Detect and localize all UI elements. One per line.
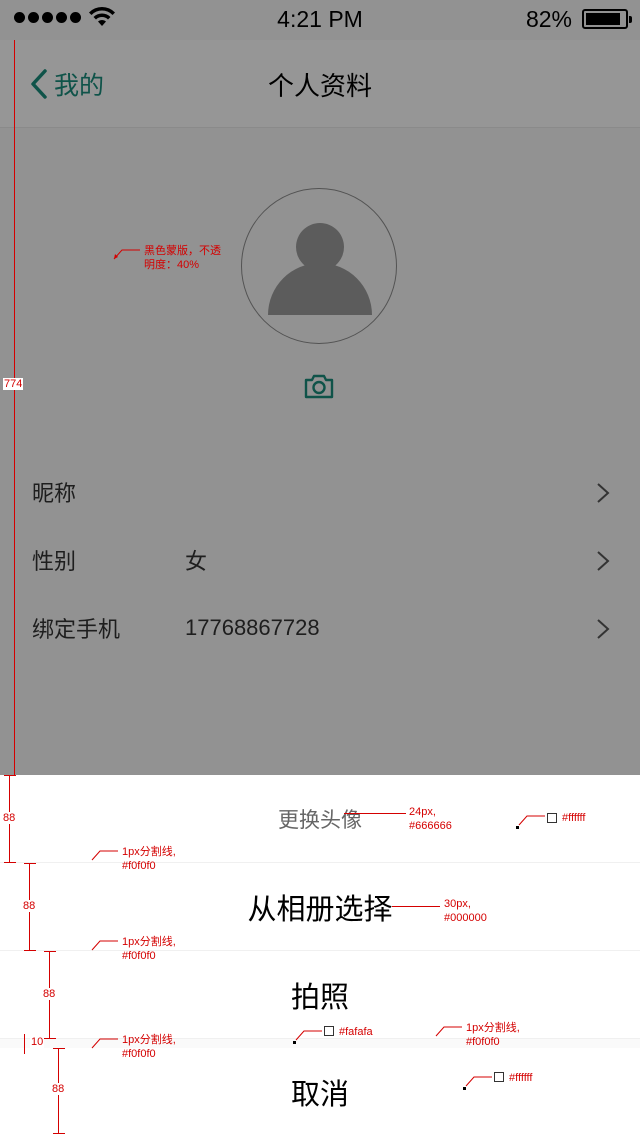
gap-swatch — [324, 1026, 334, 1036]
tick — [24, 863, 36, 864]
take-photo-label: 拍照 — [290, 981, 349, 1014]
button-spec-2: #000000 — [444, 912, 487, 924]
tick — [4, 775, 16, 776]
divider-3a: 1px分割线, — [122, 1034, 176, 1046]
white-swatch — [547, 813, 557, 823]
gap-color: #fafafa — [339, 1026, 373, 1038]
choose-album-button[interactable]: 从相册选择 — [0, 863, 640, 951]
title-spec-line — [344, 813, 406, 814]
tick — [4, 862, 16, 863]
tick — [44, 1038, 56, 1039]
tick — [24, 950, 36, 951]
choose-album-label: 从相册选择 — [247, 893, 393, 926]
gap-height-line — [24, 1034, 25, 1054]
title-spec-1: 24px, — [409, 806, 436, 818]
action-sheet: 更换头像 从相册选择 拍照 取消 — [0, 775, 640, 1136]
annotation-arrow-icon — [465, 1076, 492, 1087]
divider-2a: 1px分割线, — [122, 936, 176, 948]
annotation-arrow-icon — [113, 249, 140, 260]
gap-height-label: 10 — [30, 1036, 45, 1048]
tick — [53, 1133, 65, 1134]
take-photo-button[interactable]: 拍照 — [0, 951, 640, 1039]
dim-overlay[interactable] — [0, 0, 640, 775]
button-spec-1: 30px, — [444, 898, 471, 910]
tick — [53, 1048, 65, 1049]
cancel-height-label: 88 — [51, 1083, 66, 1095]
divider-4b: #f0f0f0 — [466, 1036, 500, 1048]
divider-1a: 1px分割线, — [122, 846, 176, 858]
divider-3b: #f0f0f0 — [122, 1048, 156, 1060]
annotation-arrow-icon — [518, 815, 545, 826]
white-swatch — [494, 1072, 504, 1082]
button-spec-line — [392, 906, 440, 907]
divider-4a: 1px分割线, — [466, 1022, 520, 1034]
title-spec-2: #666666 — [409, 820, 452, 832]
annotation-arrow-icon — [435, 1026, 462, 1037]
tick — [44, 951, 56, 952]
white-color-1: #ffffff — [562, 812, 586, 824]
album-height-label: 88 — [22, 900, 37, 912]
annotation-arrow-icon — [91, 850, 118, 861]
cancel-label: 取消 — [290, 1079, 349, 1111]
annotation-arrow-icon — [91, 940, 118, 951]
title-height-label: 88 — [2, 812, 17, 824]
annotation-arrow-icon — [295, 1030, 322, 1041]
annotation-arrow-icon — [91, 1038, 118, 1049]
divider-2b: #f0f0f0 — [122, 950, 156, 962]
action-sheet-title-text: 更换头像 — [278, 808, 362, 832]
divider-1b: #f0f0f0 — [122, 860, 156, 872]
overlay-note-1: 黑色蒙版，不透 — [144, 245, 221, 257]
photo-height-label: 88 — [42, 988, 57, 1000]
overlay-note-2: 明度：40% — [144, 259, 200, 271]
cancel-button[interactable]: 取消 — [0, 1048, 640, 1136]
white-color-2: #ffffff — [509, 1072, 533, 1084]
overlay-height-label: 774 — [3, 378, 24, 390]
overlay-height-line — [14, 40, 15, 775]
